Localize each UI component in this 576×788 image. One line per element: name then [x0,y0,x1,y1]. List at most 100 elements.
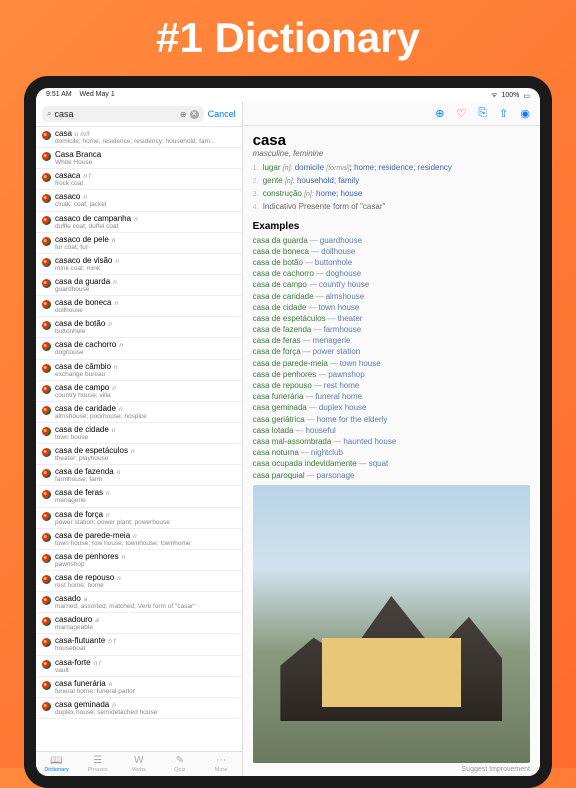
list-item[interactable]: casa de fazendanfarmhouse; farm [36,465,242,486]
item-text: casa de camponcountry house; villa [55,383,236,399]
example: casa funerária—funeral home [253,391,530,402]
headword: Casa Branca [55,150,101,159]
globe-icon[interactable]: ⊕ [180,110,187,119]
list-item[interactable]: casa de repousonrest home; home [36,571,242,592]
battery-icon: ▭ [523,92,530,100]
suggest-improvement[interactable]: Suggest Improvement [243,763,540,776]
tab-verbs[interactable]: WVerbs [118,752,159,776]
tab-phrases[interactable]: ☰Phrases [77,752,118,776]
headword: casa de boneca [55,298,112,307]
part-of-speech: n f [94,660,101,667]
list-item[interactable]: casa-flutuanten fhouseboat [36,634,242,655]
list-item[interactable]: casadouroamarriageable [36,613,242,634]
part-of-speech: n f [108,638,115,645]
favorite-icon[interactable]: ♡ [456,107,466,120]
list-item[interactable]: casaco de visãonmink coat; mink [36,254,242,275]
list-item[interactable]: casaco de pelenfur coat; fur [36,233,242,254]
search-box[interactable]: ⌕ ⊕ ✕ [42,106,204,122]
list-item[interactable]: casa da guardanguardhouse [36,275,242,296]
list-item[interactable]: casa funerárianfuneral home; funeral par… [36,677,242,698]
list-item[interactable]: casa-forten fvault [36,656,242,677]
flag-icon [42,173,51,182]
headword: casa de feras [55,488,103,497]
audio-icon[interactable]: ◉ [520,107,530,120]
list-item[interactable]: casacan ffrock coat [36,169,242,190]
status-date: Wed May 1 [79,91,114,98]
list-item[interactable]: casadoamarried; assorted; matched; Verb … [36,592,242,613]
flag-icon [42,638,51,647]
list-item[interactable]: casa geminadanduplex house; semidetached… [36,698,242,719]
headword: casa da guarda [55,277,110,286]
part-of-speech: n [114,364,118,371]
headword: casadouro [55,615,92,624]
example: casa noturna—nightclub [253,447,530,458]
left-panel: ⌕ ⊕ ✕ Cancel casan m/fdomicile; home; re… [36,102,243,776]
part-of-speech: n [112,702,116,709]
list-item[interactable]: Casa BrancaWhite House [36,148,242,169]
list-item[interactable]: casan m/fdomicile; home; residence; resi… [36,127,242,148]
list-item[interactable]: casaconcloak; coat; jacket [36,190,242,211]
verb-icon: W [134,755,143,766]
list-item[interactable]: casa de cachorrondoghouse [36,338,242,359]
headword: casado [55,594,81,603]
tab-quiz[interactable]: ✎Quiz [159,752,200,776]
list-item[interactable]: casa de camponcountry house; villa [36,381,242,402]
clear-icon[interactable]: ✕ [190,110,199,119]
list-item[interactable]: casa de câmbionexchange bureau [36,360,242,381]
flag-icon [42,596,51,605]
item-text: casan m/fdomicile; home; residence; resi… [55,129,236,145]
definition: country house; villa [55,392,236,399]
list-item[interactable]: casa de espetáculosntheater; playhouse [36,444,242,465]
search-input[interactable] [54,109,176,119]
list-item[interactable]: casa de penhoresnpawnshop [36,550,242,571]
part-of-speech: n [122,554,126,561]
flag-icon [42,660,51,669]
list-item[interactable]: casa de ferasnmenagerie [36,486,242,507]
tab-more[interactable]: ⋯More [201,752,242,776]
results-list[interactable]: casan m/fdomicile; home; residence; resi… [36,127,242,751]
part-of-speech: n [112,237,116,244]
item-text: casa da guardanguardhouse [55,277,236,293]
item-text: casa de penhoresnpawnshop [55,552,236,568]
example: casa de campo—country house [253,279,530,290]
detail-gender: masculine, feminine [253,149,530,158]
examples-list: casa da guarda—guardhousecasa de boneca—… [253,235,530,481]
list-item[interactable]: casa de caridadenalmshouse; poorhouse; h… [36,402,242,423]
list-item[interactable]: casa de forçanpower station; power plant… [36,508,242,529]
part-of-speech: n f [83,173,90,180]
headword: casa de campo [55,383,109,392]
tab-dictionary[interactable]: 📖Dictionary [36,752,77,776]
definition: vault [55,667,236,674]
battery-percent: 100% [501,92,519,99]
headword: casa [55,129,72,138]
list-item[interactable]: casa de cidadentown house [36,423,242,444]
attach-icon[interactable]: ⎘ [478,107,487,120]
item-text: casa de parede-meiantown house; row hous… [55,531,236,547]
search-row: ⌕ ⊕ ✕ Cancel [36,102,242,127]
list-item[interactable]: casa de parede-meiantown house; row hous… [36,529,242,550]
list-item[interactable]: casa de bonecandollhouse [36,296,242,317]
example: casa de feras—menagerie [253,335,530,346]
screen: 9:51 AM Wed May 1 ᯤ 100% ▭ ⌕ ⊕ ✕ Cancel … [36,88,540,776]
example: casa de cachorro—doghouse [253,268,530,279]
headword: casa de penhores [55,552,119,561]
list-item[interactable]: casaco de campanhanduffle coat; duffel c… [36,212,242,233]
share-icon[interactable]: ⇧ [499,107,508,120]
headword: casa-flutuante [55,636,105,645]
flag-icon [42,152,51,161]
item-text: Casa BrancaWhite House [55,150,236,166]
cancel-button[interactable]: Cancel [208,109,236,119]
flag-icon [42,469,51,478]
list-item[interactable]: casa de botãonbuttonhole [36,317,242,338]
part-of-speech: n [115,258,119,265]
sense: 4. Indicativo Presente form of "casar" [253,201,530,213]
language-icon[interactable]: ⊕ [435,107,444,120]
flag-icon [42,300,51,309]
definition: town house; row house; townhouse; townho… [55,540,236,547]
headword: casaco de visão [55,256,112,265]
flag-icon [42,131,51,140]
part-of-speech: n [109,681,113,688]
example: casa geriátrica—home for the elderly [253,414,530,425]
headword: casa funerária [55,679,106,688]
headword: casa de cidade [55,425,109,434]
